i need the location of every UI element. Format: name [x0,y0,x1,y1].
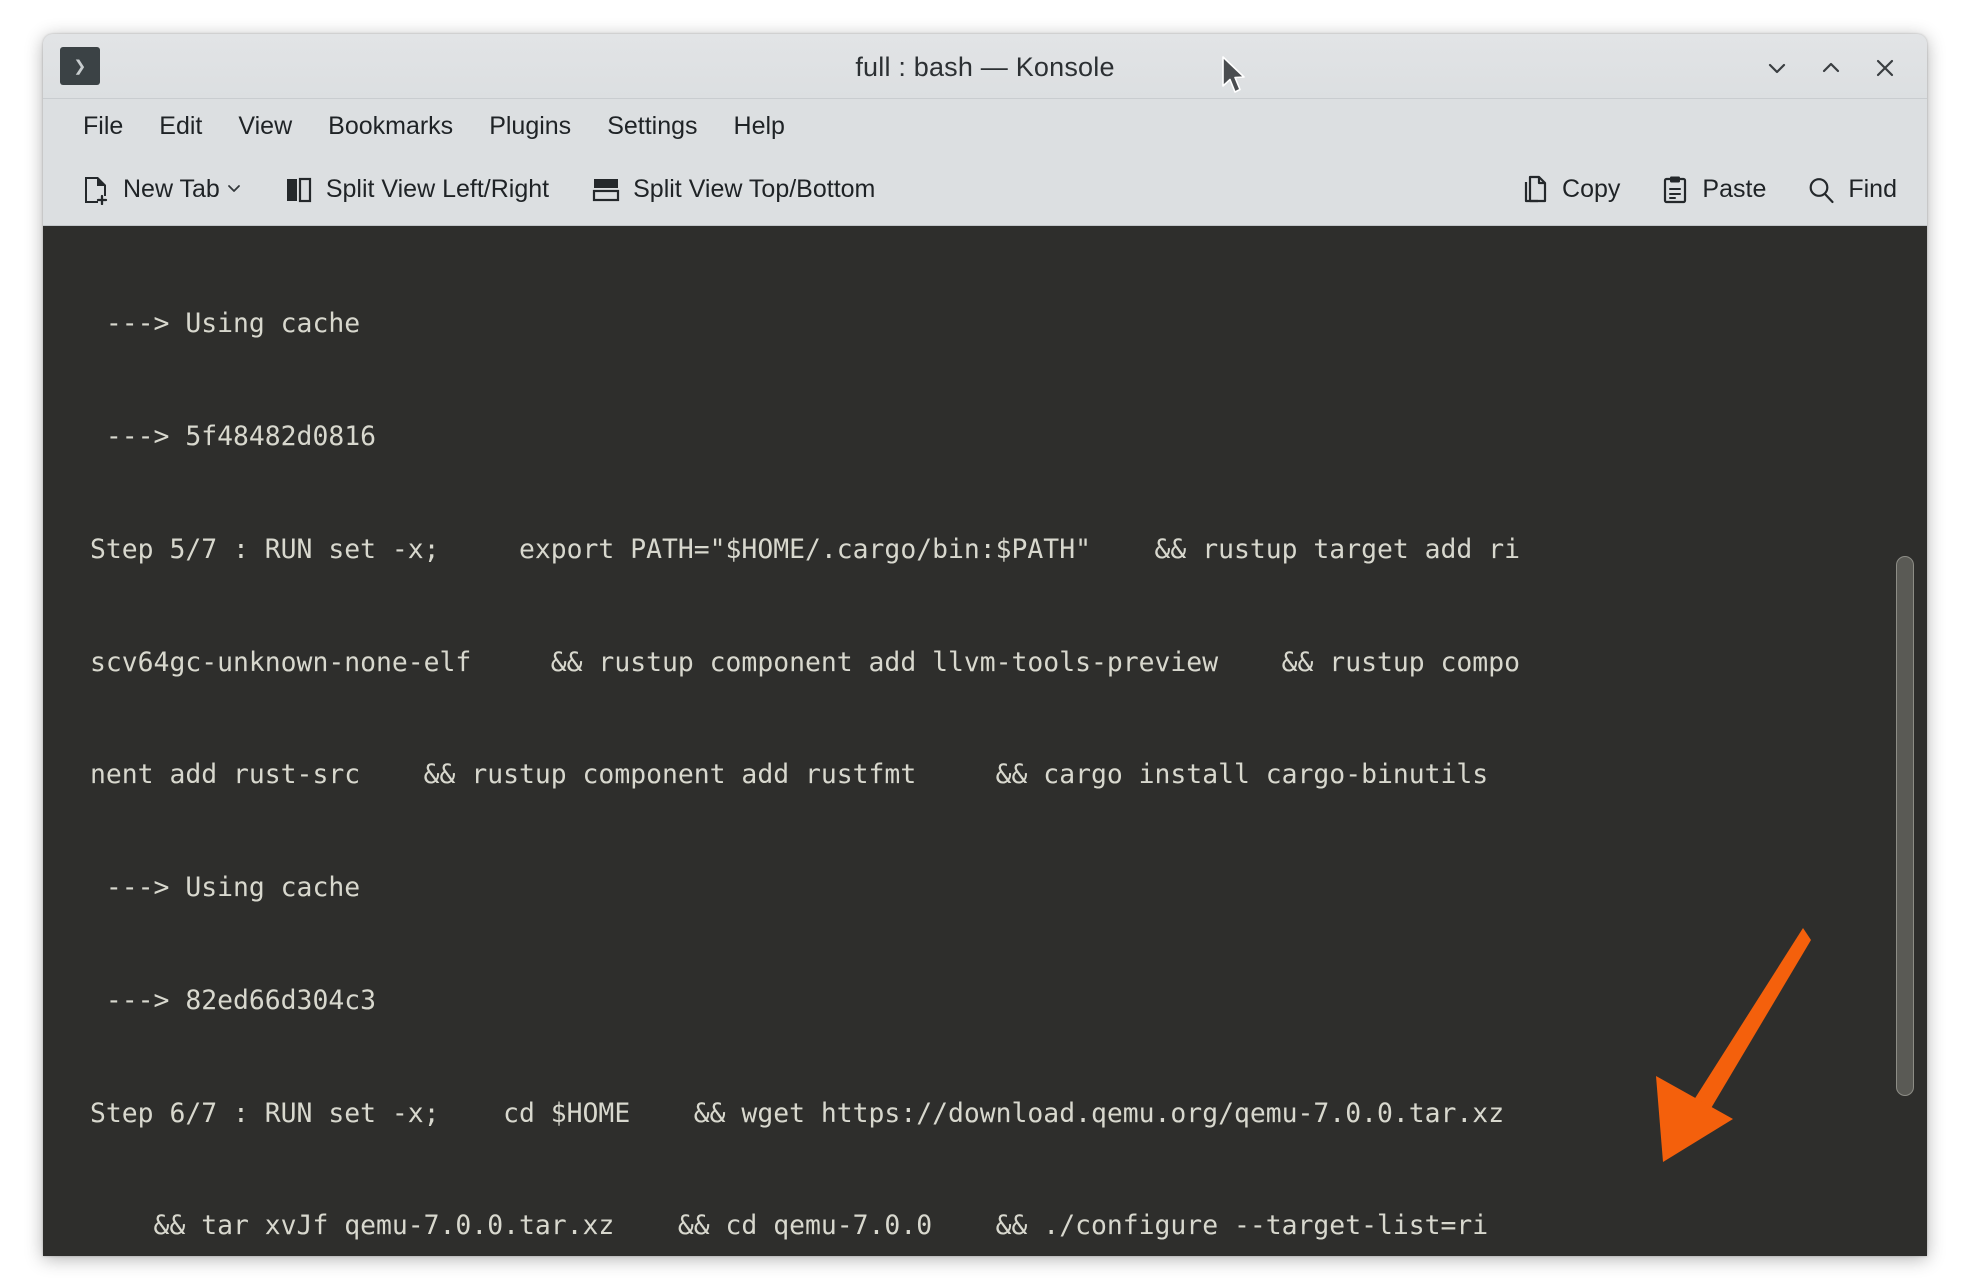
window-controls [1755,48,1907,88]
terminal-line: nent add rust-src && rustup component ad… [90,759,1489,791]
chevron-down-icon [1768,63,1786,74]
toolbar-right-group: Copy Paste Find [1512,170,1905,210]
terminal-line: && tar xvJf qemu-7.0.0.tar.xz && cd qemu… [90,1210,1489,1242]
split-view-top-bottom-label: Split View Top/Bottom [633,175,876,203]
window-title: full : bash — Konsole [855,52,1115,82]
menu-item-plugins[interactable]: Plugins [471,106,589,147]
terminal-line: ---> Using cache [90,872,361,904]
terminal-scrollbar[interactable] [1892,226,1918,1256]
terminal-output: ---> Using cache ---> 5f48482d0816 Step … [90,230,1867,1256]
terminal-line: scv64gc-unknown-none-elf && rustup compo… [90,646,1520,678]
screen: ❯ full : bash — Konsole File Edit View B… [0,0,1970,1288]
split-view-left-right-button[interactable]: Split View Left/Right [276,170,557,210]
copy-icon [1520,175,1550,205]
terminal-line: ---> Using cache [90,308,361,340]
menu-item-bookmarks[interactable]: Bookmarks [310,106,471,147]
paste-button[interactable]: Paste [1652,170,1774,210]
toolbar: New Tab Split View Left/Right Split View… [43,154,1927,226]
terminal-line: Step 5/7 : RUN set -x; export PATH="$HOM… [90,533,1520,565]
konsole-window: ❯ full : bash — Konsole File Edit View B… [43,34,1927,1256]
menu-item-edit[interactable]: Edit [141,106,220,147]
menu-item-help[interactable]: Help [716,106,803,147]
titlebar: ❯ full : bash — Konsole [43,34,1927,99]
paste-icon [1660,175,1690,205]
find-label: Find [1848,175,1897,203]
search-icon [1806,175,1836,205]
menubar: File Edit View Bookmarks Plugins Setting… [43,99,1927,154]
close-button[interactable] [1863,48,1907,88]
toolbar-left-group: New Tab Split View Left/Right Split View… [73,169,883,210]
new-tab-button[interactable]: New Tab [73,169,250,210]
close-icon [1876,59,1894,77]
copy-button[interactable]: Copy [1512,170,1628,210]
menu-item-view[interactable]: View [220,106,310,147]
terminal-view[interactable]: ---> Using cache ---> 5f48482d0816 Step … [43,226,1927,1256]
terminal-line: Step 6/7 : RUN set -x; cd $HOME && wget … [90,1097,1505,1129]
maximize-button[interactable] [1809,48,1853,88]
menu-item-file[interactable]: File [65,106,141,147]
terminal-line: ---> 5f48482d0816 [90,420,376,452]
scrollbar-thumb[interactable] [1896,556,1914,1096]
chevron-up-icon [1822,62,1840,73]
new-tab-label: New Tab [123,175,220,203]
chevron-down-icon[interactable] [226,174,242,205]
split-view-top-bottom-button[interactable]: Split View Top/Bottom [583,170,883,210]
paste-label: Paste [1702,175,1767,203]
menu-item-settings[interactable]: Settings [589,106,715,147]
copy-label: Copy [1562,175,1621,203]
split-horizontal-icon [284,175,314,205]
terminal-line: ---> 82ed66d304c3 [90,984,376,1016]
new-tab-icon [81,175,111,205]
split-view-left-right-label: Split View Left/Right [325,175,550,203]
find-button[interactable]: Find [1798,170,1905,210]
split-vertical-icon [591,175,621,205]
minimize-button[interactable] [1755,48,1799,88]
